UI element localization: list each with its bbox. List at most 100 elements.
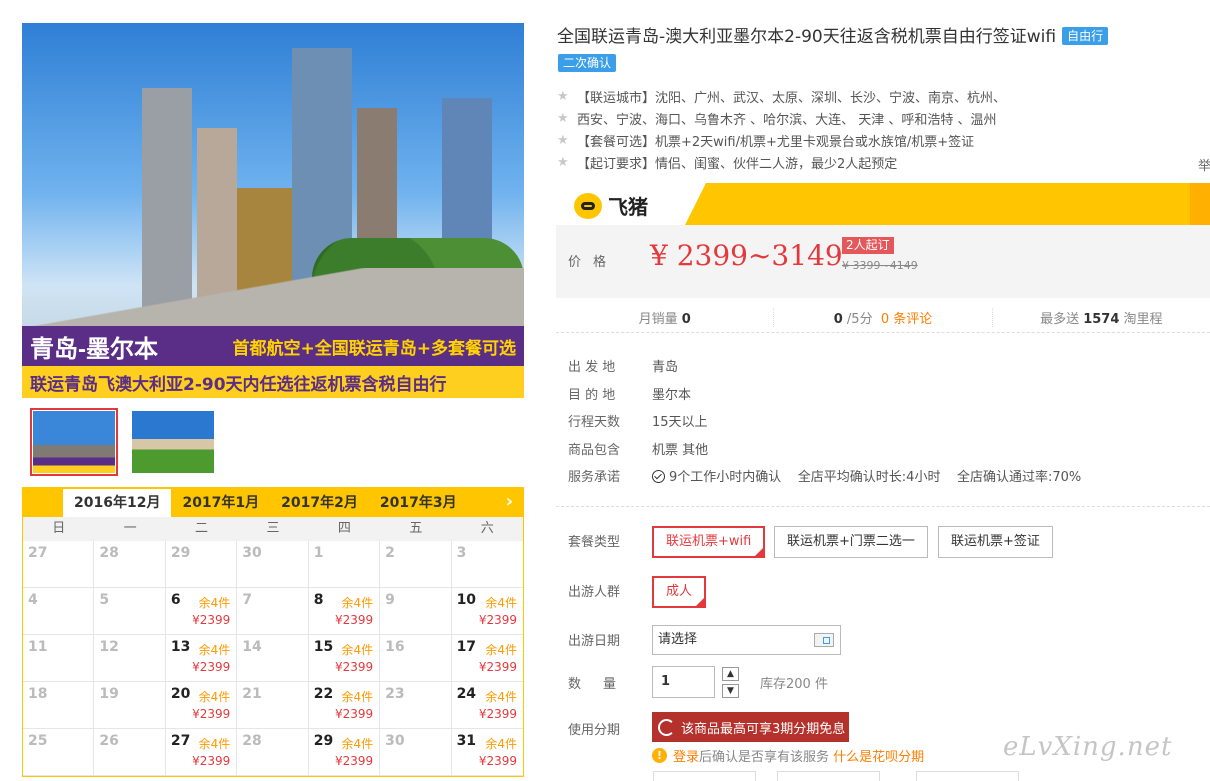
day-number: 22 [313, 686, 334, 702]
calendar-day[interactable]: 27 余4件 ¥2399 [165, 729, 238, 776]
min-order-badge: 2人起订 [842, 237, 894, 254]
tab-month-0[interactable]: 2016年12月 [63, 489, 172, 517]
thumbnail-1[interactable] [30, 408, 118, 476]
thumbnail-2[interactable] [129, 408, 217, 476]
login-link[interactable]: 登录 [673, 750, 699, 765]
huabei-help-link[interactable]: 什么是花呗分期 [833, 750, 924, 765]
calendar-day[interactable]: 31 余4件 ¥2399 [451, 729, 523, 776]
travel-date-input[interactable]: 请选择 [652, 625, 841, 655]
calendar-day[interactable]: 20 余4件 ¥2399 [165, 682, 238, 729]
info-row: 服务承诺 9个工作小时内确认 全店平均确认时长:4小时 全店确认通过率:70% [568, 470, 1082, 486]
check-circle-icon [652, 470, 665, 484]
calendar-day: 25 [23, 729, 95, 776]
info-row: 目 的 地墨尔本 [568, 387, 692, 403]
calendar-day[interactable]: 6 余4件 ¥2399 [165, 588, 238, 635]
calendar-day[interactable]: 15 余4件 ¥2399 [308, 635, 381, 682]
day-number: 29 [170, 545, 191, 561]
calendar-day[interactable]: 10 余4件 ¥2399 [451, 588, 523, 635]
day-number: 30 [385, 733, 405, 749]
package-option-wifi[interactable]: 联运机票+wifi [652, 526, 766, 558]
day-stock: 余4件 [341, 596, 374, 610]
calendar-day: 16 [380, 635, 452, 682]
product-title: 全国联运青岛-澳大利亚墨尔本2-90天往返含税机票自由行签证wifi 自由行 [557, 26, 1197, 48]
increase-icon[interactable]: ▲ [722, 667, 739, 681]
day-number: 28 [242, 733, 262, 749]
info-row: 行程天数 15天以上 [568, 415, 708, 431]
day-number: 19 [99, 686, 119, 702]
chevron-right-icon[interactable]: › [506, 491, 513, 512]
day-price: ¥2399 [334, 613, 374, 627]
weekday: 日 [52, 521, 66, 536]
weekday: 四 [337, 521, 351, 536]
price-label: 价格 [568, 255, 619, 270]
day-stock: 余4件 [485, 596, 517, 610]
star-icon: ★ [557, 88, 569, 104]
day-number: 1 [313, 545, 324, 561]
day-number: 5 [99, 592, 110, 608]
day-price: ¥2399 [478, 660, 517, 674]
installment-button[interactable]: 该商品最高可享3期分期免息 [652, 712, 849, 742]
calendar-grid: 27 28 29 30 1 2 3 4 5 6 余4件 ¥2399 7 8 余4件 ¥2399 9 10 余4件 ¥2… [23, 541, 523, 776]
product-page: 青岛-墨尔本 首都航空+全国联运青岛+多套餐可选 联运青岛飞澳大利亚2-90天内… [0, 0, 1210, 781]
calendar-day[interactable]: 13 余4件 ¥2399 [165, 635, 238, 682]
package-option-visa[interactable]: 联运机票+签证 [938, 526, 1053, 558]
calendar-icon[interactable] [814, 633, 834, 647]
day-number: 3 [456, 545, 467, 561]
calendar-day: 18 [23, 682, 95, 729]
day-number: 28 [99, 545, 119, 561]
rating: 0 /5分 0 条评论 [774, 308, 993, 327]
report-link[interactable]: 举 [1198, 155, 1210, 174]
package-option-ticket[interactable]: 联运机票+门票二选一 [774, 526, 928, 558]
calendar-day: 29 [165, 541, 238, 588]
day-stock: 余4件 [485, 690, 517, 704]
calendar-day: 9 [380, 588, 452, 635]
day-price: ¥2399 [192, 707, 231, 721]
reviews-link[interactable]: 0 条评论 [881, 312, 932, 327]
calendar-day: 30 [380, 729, 452, 776]
day-number: 9 [385, 592, 395, 608]
tab-month-2[interactable]: 2017年2月 [270, 489, 369, 517]
calendar-day[interactable]: 24 余4件 ¥2399 [451, 682, 523, 729]
installment-plan-option[interactable] [653, 771, 756, 781]
installment-notice: ! 登录后确认是否享有该服务 什么是花呗分期 [652, 746, 924, 765]
weekday: 二 [195, 521, 209, 536]
calendar-day[interactable]: 8 余4件 ¥2399 [308, 588, 381, 635]
fliggy-logo: 飞猪 [574, 191, 648, 220]
sales-stats: 月销量 0 0 /5分 0 条评论 最多送 1574 淘里程 [556, 303, 1210, 333]
installment-plan-option[interactable] [777, 771, 880, 781]
calendar-day: 19 [94, 682, 166, 729]
day-number: 17 [456, 639, 477, 655]
day-stock: 余4件 [198, 596, 231, 610]
tab-month-3[interactable]: 2017年3月 [369, 489, 468, 517]
calendar-day[interactable]: 29 余4件 ¥2399 [308, 729, 381, 776]
calendar-day: 28 [237, 729, 309, 776]
calendar-day: 14 [237, 635, 309, 682]
day-number: 26 [99, 733, 119, 749]
installment-plan-option[interactable] [916, 771, 1019, 781]
huabei-icon [658, 718, 675, 736]
calendar-day: 23 [380, 682, 452, 729]
day-number: 15 [313, 639, 334, 655]
day-number: 14 [242, 639, 262, 655]
day-number: 27 [170, 733, 191, 749]
people-option-adult[interactable]: 成人 [652, 576, 707, 608]
star-icon: ★ [557, 110, 569, 126]
info-row: 出 发 地青岛 [568, 360, 679, 376]
quantity-input[interactable]: 1 [652, 666, 715, 698]
stock-text: 库存200 件 [760, 677, 828, 692]
feature-item: ★ 【起订要求】情侣、闺蜜、伙伴二人游，最少2人起预定 [557, 154, 898, 172]
calendar-day: 1 [308, 541, 381, 588]
tab-month-1[interactable]: 2017年1月 [171, 489, 270, 517]
miles-reward: 最多送 1574 淘里程 [1040, 312, 1163, 327]
calendar-day: 28 [94, 541, 166, 588]
original-price: ¥ 3399~4149 [842, 259, 918, 272]
price-calendar: 2016年12月 2017年1月 2017年2月 2017年3月 › 日 一 二… [22, 487, 524, 777]
date-label: 出游日期 [568, 634, 621, 649]
main-product-image[interactable]: 青岛-墨尔本 首都航空+全国联运青岛+多套餐可选 联运青岛飞澳大利亚2-90天内… [22, 23, 524, 398]
calendar-day[interactable]: 22 余4件 ¥2399 [308, 682, 381, 729]
quantity-label: 数量 [568, 677, 639, 692]
decrease-icon[interactable]: ▼ [722, 684, 739, 698]
people-label: 出游人群 [568, 585, 621, 600]
calendar-day[interactable]: 17 余4件 ¥2399 [451, 635, 523, 682]
day-number: 10 [456, 592, 477, 608]
